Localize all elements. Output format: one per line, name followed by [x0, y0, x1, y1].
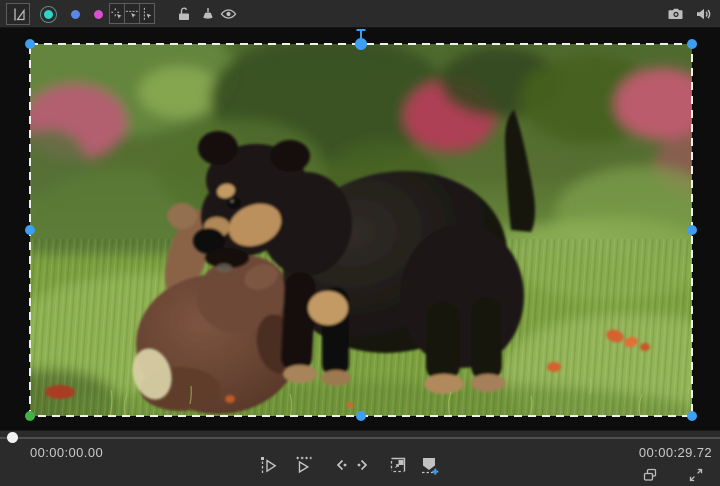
volume-button[interactable]: [694, 5, 713, 23]
render-preview-button[interactable]: [386, 453, 410, 477]
snap-vertical-cursor-icon: [140, 7, 154, 21]
eye-icon: [220, 6, 237, 22]
fullscreen-icon: [688, 467, 704, 483]
mask-point-blue-button[interactable]: [69, 8, 81, 20]
play-marked-button[interactable]: [292, 453, 316, 477]
next-frame-button[interactable]: [353, 453, 373, 477]
color-point-blue-icon: [71, 10, 80, 19]
duplicate-icon: [642, 467, 658, 483]
color-point-cyan-icon: [40, 6, 57, 23]
resize-handle-right[interactable]: [687, 225, 697, 235]
duration-timecode: 00:00:29.72: [639, 445, 712, 460]
current-timecode: 00:00:00.00: [30, 445, 103, 460]
clean-button[interactable]: [198, 5, 216, 23]
step-back-icon: [332, 456, 350, 474]
play-from-edge-icon: [259, 455, 279, 475]
unlock-icon: [176, 6, 192, 22]
resize-handle-bottom-center[interactable]: [356, 411, 366, 421]
add-marker-icon: [419, 455, 440, 476]
playhead-knob[interactable]: [7, 432, 18, 443]
video-frame[interactable]: [30, 44, 692, 416]
mirror-compare-button[interactable]: [6, 3, 30, 25]
play-from-edge-button[interactable]: [257, 453, 281, 477]
resize-handle-top-right[interactable]: [687, 39, 697, 49]
multi-view-button[interactable]: [641, 466, 659, 484]
preview-toolbar: [0, 0, 720, 28]
broom-icon: [199, 6, 215, 22]
resize-handle-left[interactable]: [25, 225, 35, 235]
lock-button[interactable]: [175, 5, 193, 23]
snap-horizontal-cursor-icon: [125, 7, 139, 21]
speaker-icon: [695, 6, 712, 22]
resize-handle-top-left[interactable]: [25, 39, 35, 49]
snap-point-button[interactable]: [109, 3, 125, 24]
add-marker-button[interactable]: [417, 453, 441, 477]
mask-point-magenta-button[interactable]: [92, 8, 104, 20]
resize-handle-top-center[interactable]: [355, 38, 367, 50]
visibility-button[interactable]: [219, 5, 238, 23]
snapshot-button[interactable]: [666, 5, 685, 23]
snap-crosshair-cursor-icon: [110, 7, 124, 21]
playback-bar: 00:00:00.00 00:00:29.72: [0, 430, 720, 486]
snap-horizontal-button[interactable]: [124, 3, 140, 24]
play-marked-icon: [294, 455, 314, 475]
previous-frame-button[interactable]: [331, 453, 351, 477]
puppies-video-still: [30, 44, 692, 416]
snap-vertical-button[interactable]: [139, 3, 155, 24]
fullscreen-button[interactable]: [687, 466, 705, 484]
mirror-compare-icon: [10, 6, 26, 22]
video-preview-panel: 00:00:00.00 00:00:29.72: [0, 0, 720, 486]
resize-handle-bottom-right[interactable]: [687, 411, 697, 421]
anchor-handle-bottom-left[interactable]: [25, 411, 35, 421]
camera-icon: [667, 6, 684, 22]
video-scene: [30, 44, 692, 416]
color-point-magenta-icon: [94, 10, 103, 19]
render-area-icon: [388, 455, 408, 475]
seek-bar[interactable]: [0, 437, 720, 439]
preview-canvas[interactable]: [0, 28, 720, 430]
step-forward-icon: [354, 456, 372, 474]
mask-point-cyan-button[interactable]: [39, 5, 57, 23]
